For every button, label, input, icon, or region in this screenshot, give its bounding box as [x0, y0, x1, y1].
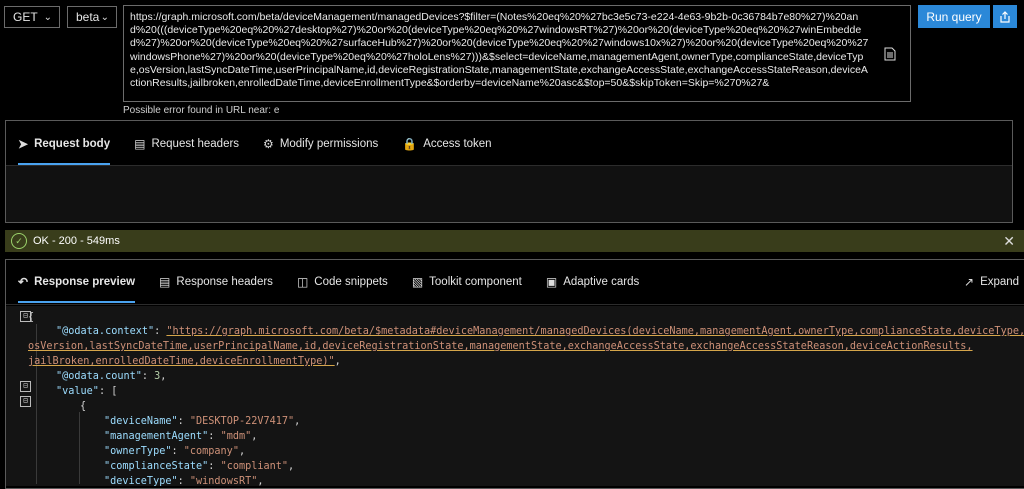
json-line: "value": [ — [56, 386, 118, 397]
expand-icon: ↗ — [964, 275, 975, 289]
method-value: GET — [13, 10, 38, 24]
code-icon: ◫ — [296, 275, 309, 289]
cards-icon: ▣ — [545, 275, 558, 289]
version-value: beta — [76, 10, 100, 24]
request-panel: ➤ Request body ▤ Request headers ⚙ Modif… — [5, 120, 1013, 223]
tab-modify-permissions[interactable]: ⚙ Modify permissions — [263, 131, 378, 157]
json-line: jailBroken,enrolledDateTime,deviceEnroll… — [28, 356, 341, 367]
request-tabs: ➤ Request body ▤ Request headers ⚙ Modif… — [18, 131, 516, 165]
tab-code-snippets[interactable]: ◫ Code snippets — [297, 269, 388, 295]
json-line: { — [28, 312, 35, 323]
check-circle-icon: ✓ — [11, 233, 27, 249]
json-line: "managementAgent": "mdm", — [104, 431, 258, 442]
url-error-hint: Possible error found in URL near: e — [123, 105, 280, 116]
tab-request-headers[interactable]: ▤ Request headers — [134, 131, 239, 157]
share-button[interactable] — [993, 5, 1017, 28]
response-json-viewer[interactable]: ⊟ ⊟ ⊟ { "@odata.context": "https://graph… — [6, 306, 1024, 487]
indent-guide — [79, 412, 80, 484]
document-icon[interactable] — [884, 47, 896, 61]
tab-request-body[interactable]: ➤ Request body — [18, 131, 111, 165]
url-input[interactable]: https://graph.microsoft.com/beta/deviceM… — [123, 5, 911, 102]
json-line: "deviceType": "windowsRT", — [104, 476, 264, 487]
fold-toggle[interactable]: ⊟ — [20, 381, 31, 392]
tab-response-preview[interactable]: ↶ Response preview — [18, 269, 136, 303]
version-dropdown[interactable]: beta ⌄ — [67, 6, 117, 28]
json-line: "ownerType": "company", — [104, 446, 246, 457]
url-text: https://graph.microsoft.com/beta/deviceM… — [130, 11, 869, 90]
json-line: "@odata.context": "https://graph.microso… — [56, 326, 1024, 337]
run-query-button[interactable]: Run query — [918, 5, 990, 28]
json-line: { — [80, 401, 87, 412]
json-line: "complianceState": "compliant", — [104, 461, 295, 472]
divider — [6, 304, 1024, 305]
method-dropdown[interactable]: GET ⌄ — [4, 6, 60, 28]
status-text: OK - 200 - 549ms — [33, 235, 120, 247]
expand-button[interactable]: ↗ Expand — [964, 269, 1024, 295]
toolkit-icon: ▧ — [411, 275, 424, 289]
json-line: osVersion,lastSyncDateTime,userPrincipal… — [28, 341, 973, 352]
headers-icon: ▤ — [159, 275, 171, 289]
tab-response-headers[interactable]: ▤ Response headers — [159, 269, 273, 295]
tab-adaptive-cards[interactable]: ▣ Adaptive cards — [546, 269, 639, 295]
chevron-down-icon: ⌄ — [43, 12, 52, 23]
request-body-editor[interactable] — [6, 166, 1012, 222]
permissions-icon: ⚙ — [263, 137, 274, 151]
undo-icon: ↶ — [18, 275, 29, 289]
json-line: "deviceName": "DESKTOP-22V7417", — [104, 416, 301, 427]
lock-icon: 🔒 — [402, 137, 418, 151]
tab-access-token[interactable]: 🔒 Access token — [402, 131, 491, 157]
json-line: "@odata.count": 3, — [56, 371, 167, 382]
response-tabs: ↶ Response preview ▤ Response headers ◫ … — [18, 269, 663, 303]
status-bar: ✓ OK - 200 - 549ms ✕ — [5, 230, 1024, 252]
send-icon: ➤ — [18, 137, 29, 151]
tab-toolkit-component[interactable]: ▧ Toolkit component — [412, 269, 522, 295]
response-panel: ↶ Response preview ▤ Response headers ◫ … — [5, 259, 1024, 489]
close-icon[interactable]: ✕ — [1003, 233, 1015, 250]
headers-icon: ▤ — [134, 137, 146, 151]
chevron-down-icon: ⌄ — [100, 12, 109, 23]
share-icon — [1000, 10, 1010, 23]
fold-toggle[interactable]: ⊟ — [20, 396, 31, 407]
